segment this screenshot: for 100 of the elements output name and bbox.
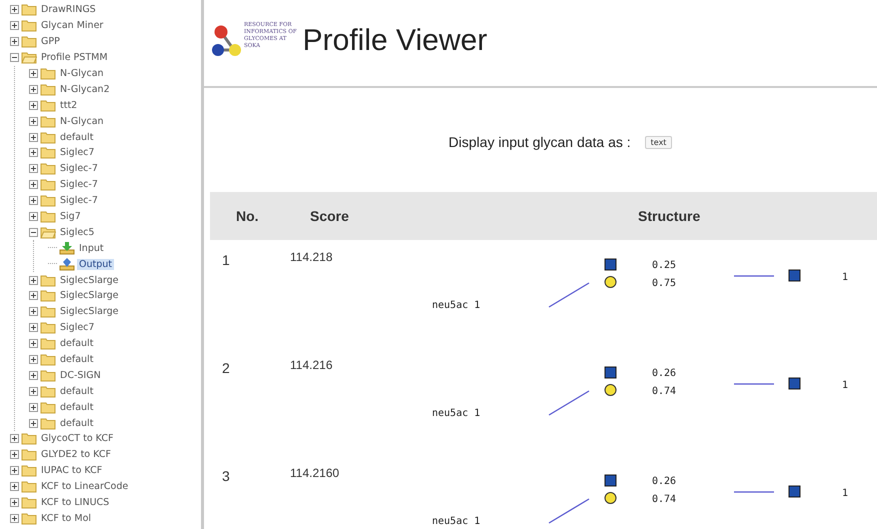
tree-item[interactable]: Glycan Miner bbox=[39, 20, 106, 32]
expand-icon[interactable] bbox=[29, 370, 38, 380]
folder-icon bbox=[40, 82, 56, 96]
tree-item[interactable]: default bbox=[58, 338, 96, 350]
tree-item[interactable]: DrawRINGS bbox=[39, 4, 98, 16]
residue-label: neu5ac 1 bbox=[432, 408, 480, 419]
tree-item[interactable]: IUPAC to KCF bbox=[39, 465, 104, 476]
folder-icon bbox=[21, 3, 37, 16]
tree-item[interactable]: Input bbox=[77, 242, 106, 254]
open-folder-icon bbox=[40, 226, 56, 239]
text-button[interactable]: text bbox=[644, 136, 672, 148]
square-symbol bbox=[788, 486, 800, 498]
residue-label: neu5ac 1 bbox=[432, 300, 480, 311]
expand-icon[interactable] bbox=[29, 307, 38, 316]
expand-icon[interactable] bbox=[10, 21, 19, 30]
tree-item[interactable]: default bbox=[58, 354, 96, 366]
tree-item[interactable]: default bbox=[58, 418, 96, 429]
expand-icon[interactable] bbox=[10, 450, 19, 460]
expand-icon[interactable] bbox=[29, 418, 38, 428]
expand-icon[interactable] bbox=[10, 514, 19, 523]
tree-item[interactable]: Siglec5 bbox=[58, 226, 96, 238]
tree-item[interactable]: DC-SIGN bbox=[58, 370, 103, 381]
expand-icon[interactable] bbox=[29, 276, 38, 285]
column-header: Score bbox=[309, 208, 350, 224]
expand-icon[interactable] bbox=[29, 164, 38, 174]
folder-icon bbox=[40, 162, 56, 176]
collapse-icon[interactable] bbox=[10, 53, 19, 62]
tree-item[interactable]: Siglec7 bbox=[58, 322, 96, 334]
linkage-line bbox=[548, 282, 590, 308]
expand-icon[interactable] bbox=[29, 402, 38, 412]
tree-item[interactable]: Siglec-7 bbox=[58, 195, 100, 206]
expand-icon[interactable] bbox=[10, 482, 19, 492]
folder-icon bbox=[21, 432, 37, 446]
tree-item[interactable]: SiglecSlarge bbox=[58, 306, 121, 318]
expand-icon[interactable] bbox=[29, 132, 38, 142]
expand-icon[interactable] bbox=[29, 386, 38, 396]
folder-icon bbox=[40, 321, 56, 334]
tree-item[interactable]: Siglec7 bbox=[58, 147, 96, 158]
folder-icon bbox=[40, 368, 56, 382]
linkage-line bbox=[734, 383, 774, 385]
tree-item[interactable]: N-Glycan bbox=[58, 68, 106, 79]
expand-icon[interactable] bbox=[29, 84, 38, 94]
linkage-line bbox=[734, 275, 774, 277]
expand-icon[interactable] bbox=[10, 434, 19, 444]
ratio-value: 0.26 bbox=[652, 368, 676, 379]
tree-item[interactable]: Sig7 bbox=[58, 211, 83, 222]
count-value: 1 bbox=[842, 380, 848, 391]
folder-icon bbox=[21, 35, 37, 48]
expand-icon[interactable] bbox=[29, 355, 38, 364]
column-header: No. bbox=[235, 208, 260, 224]
expand-icon[interactable] bbox=[10, 466, 19, 476]
folder-icon bbox=[21, 496, 37, 510]
linkage-line bbox=[548, 498, 590, 524]
tree-item[interactable]: SiglecSlarge bbox=[58, 290, 121, 302]
expand-icon[interactable] bbox=[10, 37, 19, 46]
folder-icon bbox=[40, 178, 56, 192]
tree-item[interactable]: N-Glycan2 bbox=[58, 84, 112, 95]
tree-item[interactable]: Siglec-7 bbox=[58, 163, 100, 174]
tree-item[interactable]: KCF to LINUCS bbox=[39, 497, 112, 508]
expand-icon[interactable] bbox=[29, 291, 38, 300]
table-cell-text: 114.216 bbox=[290, 357, 334, 372]
expand-icon[interactable] bbox=[29, 100, 38, 110]
expand-icon[interactable] bbox=[29, 212, 38, 222]
tree-item[interactable]: N-Glycan bbox=[58, 116, 106, 127]
expand-icon[interactable] bbox=[10, 5, 19, 14]
circle-symbol bbox=[604, 276, 616, 288]
tree-item[interactable]: Output bbox=[77, 258, 114, 270]
folder-icon bbox=[40, 289, 56, 302]
residue-label: neu5ac 1 bbox=[432, 516, 480, 527]
tree-item[interactable]: KCF to Mol bbox=[39, 512, 94, 524]
expand-icon[interactable] bbox=[29, 116, 38, 126]
expand-icon[interactable] bbox=[29, 196, 38, 206]
expand-icon[interactable] bbox=[29, 69, 38, 78]
expand-icon[interactable] bbox=[29, 148, 38, 158]
folder-icon bbox=[40, 400, 56, 414]
square-symbol bbox=[788, 270, 800, 282]
folder-icon bbox=[40, 130, 56, 144]
expand-icon[interactable] bbox=[29, 339, 38, 348]
tree-item[interactable]: default bbox=[58, 386, 96, 397]
page-title: Profile Viewer bbox=[302, 24, 488, 58]
tree-item[interactable]: Profile PSTMM bbox=[39, 52, 110, 64]
tree-item[interactable]: SiglecSlarge bbox=[58, 274, 121, 286]
circle-symbol bbox=[604, 384, 616, 396]
tree-item[interactable]: GLYDE2 to KCF bbox=[39, 449, 113, 460]
linkage-line bbox=[734, 491, 774, 493]
tree-item[interactable]: Siglec-7 bbox=[58, 179, 100, 190]
tree-item[interactable]: GPP bbox=[39, 36, 62, 48]
folder-icon bbox=[40, 416, 56, 430]
expand-icon[interactable] bbox=[29, 180, 38, 190]
expand-icon[interactable] bbox=[10, 498, 19, 508]
ratio-value: 0.74 bbox=[652, 494, 676, 505]
tree-item[interactable]: ttt2 bbox=[58, 100, 80, 111]
tree-item[interactable]: default bbox=[58, 132, 96, 143]
collapse-icon[interactable] bbox=[29, 228, 38, 237]
tree-item[interactable]: KCF to LinearCode bbox=[39, 481, 130, 492]
tree-item[interactable]: GlycoCT to KCF bbox=[39, 433, 116, 444]
folder-icon bbox=[40, 194, 56, 208]
expand-icon[interactable] bbox=[29, 323, 38, 332]
tree-item[interactable]: default bbox=[58, 402, 96, 413]
ratio-value: 0.26 bbox=[652, 476, 676, 487]
